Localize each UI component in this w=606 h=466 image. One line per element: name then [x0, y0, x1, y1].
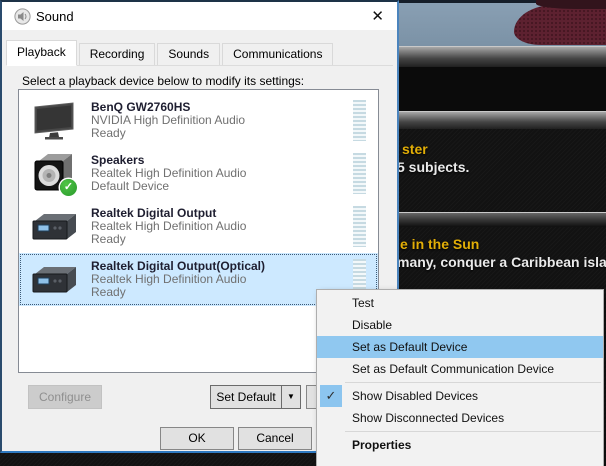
menu-item-properties[interactable]: Properties	[317, 434, 603, 456]
menu-item-disable[interactable]: Disable	[317, 314, 603, 336]
speaker-icon: ✓	[29, 151, 79, 197]
device-info: Realtek Digital Output Realtek High Defi…	[91, 207, 246, 246]
set-default-split-button: Set Default ▼	[210, 385, 301, 409]
achievement-description: many, conquer a Caribbean islan	[397, 254, 606, 270]
tab-sounds[interactable]: Sounds	[157, 43, 220, 65]
set-default-button[interactable]: Set Default	[211, 386, 281, 408]
close-icon[interactable]: ✕	[371, 7, 384, 25]
tab-playback[interactable]: Playback	[6, 40, 77, 66]
menu-item-show-disabled-devices[interactable]: ✓ Show Disabled Devices	[317, 385, 603, 407]
menu-item-set-as-default-communication-device[interactable]: Set as Default Communication Device	[317, 358, 603, 380]
menu-item-show-disconnected-devices[interactable]: Show Disconnected Devices	[317, 407, 603, 429]
screen: ACHIEVEMEN ster 5 subjects. e in the Sun…	[0, 0, 606, 466]
device-context-menu: Test Disable Set as Default Device Set a…	[316, 289, 604, 466]
menu-item-set-as-default-device[interactable]: Set as Default Device	[317, 336, 603, 358]
achievement-title: ster	[402, 141, 428, 157]
menu-separator	[345, 382, 601, 383]
ok-button[interactable]: OK	[160, 427, 234, 450]
digital-output-icon	[29, 257, 79, 303]
instruction-text: Select a playback device below to modify…	[22, 74, 304, 88]
volume-meter	[353, 153, 366, 194]
tab-strip: Playback Recording Sounds Communications	[6, 40, 393, 66]
device-info: Realtek Digital Output(Optical) Realtek …	[91, 260, 265, 299]
cancel-button[interactable]: Cancel	[238, 427, 312, 450]
volume-meter	[353, 206, 366, 247]
window-title: Sound	[36, 9, 74, 24]
achievement-description: 5 subjects.	[397, 159, 469, 175]
menu-item-label: Show Disabled Devices	[352, 389, 478, 403]
device-status: Default Device	[91, 180, 246, 193]
device-info: BenQ GW2760HS NVIDIA High Definition Aud…	[91, 101, 245, 140]
achievement-title: e in the Sun	[400, 236, 479, 252]
digital-output-icon	[29, 204, 79, 250]
sound-speaker-icon	[14, 8, 31, 25]
device-status: Ready	[91, 286, 265, 299]
tab-recording[interactable]: Recording	[79, 43, 156, 65]
volume-meter	[353, 100, 366, 141]
device-info: Speakers Realtek High Definition Audio D…	[91, 154, 246, 193]
title-bar[interactable]: Sound ✕	[2, 2, 397, 30]
monitor-icon	[29, 98, 79, 144]
configure-button[interactable]: Configure	[28, 385, 102, 409]
game-map-terrain	[514, 5, 606, 45]
device-row-speakers[interactable]: ✓ Speakers Realtek High Definition Audio…	[19, 147, 378, 200]
device-status: Ready	[91, 233, 246, 246]
device-row-digital-output[interactable]: Realtek Digital Output Realtek High Defi…	[19, 200, 378, 253]
checkmark-icon: ✓	[320, 385, 342, 407]
device-status: Ready	[91, 127, 245, 140]
default-device-check-badge: ✓	[60, 179, 77, 196]
menu-item-test[interactable]: Test	[317, 292, 603, 314]
menu-separator	[345, 431, 601, 432]
tab-communications[interactable]: Communications	[222, 43, 333, 65]
device-row-benq[interactable]: BenQ GW2760HS NVIDIA High Definition Aud…	[19, 94, 378, 147]
set-default-dropdown-icon[interactable]: ▼	[281, 386, 300, 408]
